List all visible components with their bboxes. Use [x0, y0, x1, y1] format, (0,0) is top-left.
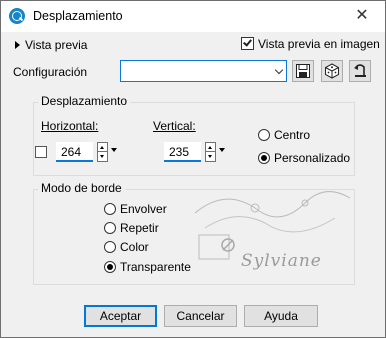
horizontal-input[interactable]: 264	[56, 142, 93, 162]
vertical-dropdown-icon[interactable]	[219, 148, 225, 152]
expand-triangle-icon	[15, 41, 20, 49]
save-preset-button[interactable]	[292, 60, 314, 82]
configuration-label: Configuración	[13, 65, 88, 79]
randomize-dice-icon	[325, 63, 339, 79]
cancel-button[interactable]: Cancelar	[164, 305, 237, 327]
dialog-window: Desplazamiento ✕ Vista previa Vista prev…	[0, 0, 386, 338]
edge-transparent-label: Transparente	[120, 260, 191, 274]
preview-on-image-checkbox[interactable]	[241, 37, 254, 50]
displacement-group-title: Desplazamiento	[38, 94, 131, 108]
watermark-text: Sylviane	[241, 251, 322, 271]
edge-color-radio[interactable]	[104, 241, 116, 253]
close-button[interactable]: ✕	[339, 1, 385, 32]
chevron-down-icon	[274, 65, 284, 75]
center-label: Centro	[274, 128, 311, 142]
custom-label: Personalizado	[274, 151, 351, 165]
link-values-checkbox[interactable]	[35, 146, 47, 158]
reset-button[interactable]	[349, 60, 371, 82]
custom-radio[interactable]	[258, 152, 270, 164]
vertical-label: Vertical:	[153, 119, 196, 133]
flourish-icon	[194, 191, 351, 260]
preview-on-image-label: Vista previa en imagen	[258, 37, 380, 51]
preview-toggle-label: Vista previa	[25, 38, 88, 52]
randomize-button[interactable]	[321, 60, 343, 82]
save-preset-icon	[296, 64, 310, 78]
spin-up-icon[interactable]	[206, 143, 215, 152]
vertical-spinner[interactable]	[205, 142, 216, 162]
edge-transparent-radio[interactable]	[104, 261, 116, 273]
help-button[interactable]: Ayuda	[244, 305, 318, 327]
reset-icon	[354, 64, 366, 77]
vertical-input[interactable]: 235	[164, 142, 201, 162]
edge-repeat-radio[interactable]	[104, 222, 116, 234]
app-icon	[9, 8, 25, 24]
title-bar: Desplazamiento ✕	[1, 1, 385, 32]
watermark: Sylviane	[185, 183, 365, 293]
configuration-combobox[interactable]	[120, 60, 287, 82]
edge-wrap-label: Envolver	[120, 202, 167, 216]
spin-down-icon[interactable]	[98, 152, 107, 161]
edge-mode-group-title: Modo de borde	[38, 181, 125, 195]
checkmark-icon	[243, 37, 252, 47]
horizontal-dropdown-icon[interactable]	[111, 148, 117, 152]
edge-repeat-label: Repetir	[120, 221, 159, 235]
horizontal-label: Horizontal:	[41, 119, 99, 133]
edge-color-label: Color	[120, 240, 149, 254]
preview-toggle[interactable]: Vista previa	[15, 37, 125, 53]
center-radio[interactable]	[258, 129, 270, 141]
spin-down-icon[interactable]	[206, 152, 215, 161]
window-title: Desplazamiento	[33, 9, 123, 23]
edge-wrap-radio[interactable]	[104, 203, 116, 215]
ok-button[interactable]: Aceptar	[84, 305, 157, 327]
spin-up-icon[interactable]	[98, 143, 107, 152]
horizontal-spinner[interactable]	[97, 142, 108, 162]
